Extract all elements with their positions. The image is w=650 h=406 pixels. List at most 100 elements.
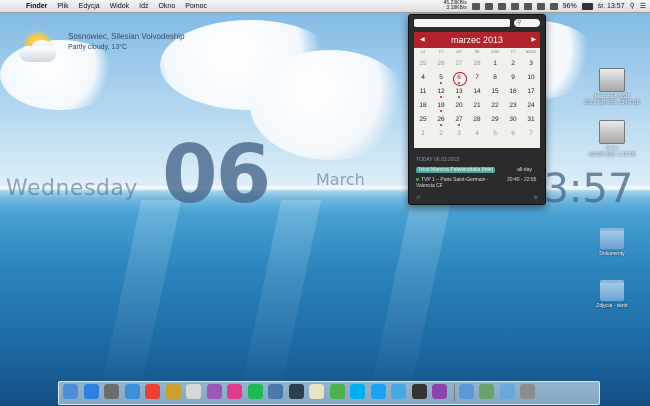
twitter-icon[interactable]	[370, 384, 386, 399]
calendar-search-input[interactable]	[414, 19, 510, 27]
menu-clock[interactable]: śr. 13:57	[598, 3, 625, 10]
calendar-day[interactable]: 28	[468, 60, 486, 67]
movie-icon[interactable]	[288, 384, 304, 399]
calendar-day[interactable]: 3	[522, 60, 540, 67]
app-store-icon[interactable]	[83, 384, 99, 399]
calendar-day[interactable]: 4	[468, 130, 486, 137]
calendar-day[interactable]: 10	[522, 74, 540, 81]
calendar-day[interactable]: 26	[432, 60, 450, 67]
calendar-day[interactable]: 9	[504, 74, 522, 81]
calendar-day[interactable]: 19	[432, 102, 450, 109]
finder-icon[interactable]	[63, 384, 78, 399]
notification-center-icon[interactable]: ☰	[640, 2, 646, 10]
menu-plik[interactable]: Plik	[57, 3, 68, 10]
system-prefs-icon[interactable]	[104, 384, 119, 399]
chrome-icon[interactable]	[145, 384, 160, 399]
folder-icon[interactable]: Zdjęcia - skrót	[584, 280, 640, 309]
iphoto-icon[interactable]	[268, 384, 283, 399]
battery-icon[interactable]	[581, 2, 593, 10]
bluetooth-icon[interactable]	[510, 2, 519, 10]
calendar-day[interactable]: 27	[450, 60, 468, 67]
timemachine-icon[interactable]	[523, 2, 532, 10]
cloud	[250, 50, 410, 160]
calendar-day[interactable]: 5	[432, 74, 450, 81]
calendar-day[interactable]: 21	[468, 102, 486, 109]
stack-icon[interactable]	[479, 384, 494, 399]
calendar-day[interactable]: 20	[450, 102, 468, 109]
calendar-day[interactable]: 26	[432, 116, 450, 123]
menu-edycja[interactable]: Edycja	[79, 3, 100, 10]
spotlight-icon[interactable]: ⚲	[630, 2, 635, 10]
calendar-day[interactable]: 25	[414, 116, 432, 123]
drive-icon[interactable]: Macintosh SSD 256,2 GB dost. 234,9 GB	[584, 68, 640, 106]
notes-icon[interactable]	[309, 384, 324, 399]
calendar-day[interactable]: 29	[486, 116, 504, 123]
calendar-day[interactable]: 31	[522, 116, 540, 123]
dropbox-icon[interactable]	[471, 2, 480, 10]
settings-icon[interactable]: ⚙	[534, 195, 538, 201]
safari-icon[interactable]	[124, 384, 140, 399]
calendar-day[interactable]: 5	[486, 130, 504, 137]
drive-icon[interactable]: Dane 4,8 GB dost. 1,19 TB	[584, 120, 640, 158]
calendar-icon[interactable]	[186, 384, 201, 399]
calendar-day[interactable]: 22	[486, 102, 504, 109]
menu-idz[interactable]: Idź	[139, 3, 148, 10]
info-icon[interactable]: ↺	[416, 195, 420, 201]
prev-month-icon[interactable]: ◀	[420, 32, 425, 48]
calendar-day[interactable]: 7	[468, 74, 486, 81]
calendar-day[interactable]: 2	[504, 60, 522, 67]
calendar-event[interactable]: TVP 1 – Paris Saint-Germain - Valencia C…	[416, 177, 506, 189]
calendar-day[interactable]: 1	[486, 60, 504, 67]
menu-okno[interactable]: Okno	[158, 3, 175, 10]
cloud-icon[interactable]	[484, 2, 493, 10]
iina-icon[interactable]	[432, 384, 447, 399]
calendar-day[interactable]: 24	[522, 102, 540, 109]
calendar-day[interactable]: 14	[468, 88, 486, 95]
calendar-search-button[interactable]: ⚲	[514, 19, 540, 27]
downloads-icon[interactable]	[458, 384, 474, 399]
network-stats[interactable]: 45.23KB/s 3.18KB/s	[444, 1, 467, 11]
calendar-day[interactable]: 23	[504, 102, 522, 109]
calendar-day[interactable]: 30	[504, 116, 522, 123]
photos-icon[interactable]	[206, 384, 222, 399]
messages-icon[interactable]	[391, 384, 406, 399]
event-title: Tekst Marcina Potwierańska (fote)	[416, 167, 496, 173]
menu-widok[interactable]: Widok	[110, 3, 129, 10]
mail-icon[interactable]	[165, 384, 181, 399]
calendar-day[interactable]: 27	[450, 116, 468, 123]
calendar-day[interactable]: 7	[522, 130, 540, 137]
next-month-icon[interactable]: ▶	[531, 32, 536, 48]
calendar-day[interactable]: 15	[486, 88, 504, 95]
calendar-day[interactable]: 17	[522, 88, 540, 95]
calendar-day[interactable]: 16	[504, 88, 522, 95]
calendar-widget[interactable]: ⚲ ◀ marzec 2013 ▶ CZ PT WT ŚR SOB PT NIEDZ 25 26…	[408, 14, 546, 205]
calendar-day[interactable]: 1	[414, 130, 432, 137]
calendar-day[interactable]: 18	[414, 102, 432, 109]
volume-icon[interactable]	[536, 2, 545, 10]
calendar-day[interactable]: 25	[414, 60, 432, 67]
terminal-icon[interactable]	[411, 384, 427, 399]
trash-icon[interactable]	[520, 384, 535, 399]
documents-icon[interactable]	[499, 384, 515, 399]
water-background	[0, 190, 650, 406]
wifi-icon[interactable]	[549, 2, 558, 10]
calendar-day[interactable]: 12	[432, 88, 450, 95]
calendar-day[interactable]: 28	[468, 116, 486, 123]
folder-icon[interactable]: Dokumenty	[584, 228, 640, 257]
calendar-event[interactable]: Tekst Marcina Potwierańska (fote) all-da…	[416, 167, 542, 173]
itunes-icon[interactable]	[227, 384, 242, 399]
spotify-icon[interactable]	[247, 384, 263, 399]
calendar-day[interactable]: 3	[450, 130, 468, 137]
calendar-icon[interactable]	[497, 2, 506, 10]
calendar-day[interactable]: 4	[414, 74, 432, 81]
calendar-day[interactable]: 8	[486, 74, 504, 81]
menu-finder[interactable]: Finder	[26, 3, 47, 10]
calendar-day[interactable]: 6	[504, 130, 522, 137]
battery-percent[interactable]: 96%	[563, 3, 577, 10]
menu-pomoc[interactable]: Pomoc	[185, 3, 207, 10]
skype-icon[interactable]	[350, 384, 365, 399]
calendar-day[interactable]: 11	[414, 88, 432, 95]
calendar-day[interactable]: 2	[432, 130, 450, 137]
calendar-day[interactable]: 13	[450, 88, 468, 95]
evernote-icon[interactable]	[329, 384, 345, 399]
